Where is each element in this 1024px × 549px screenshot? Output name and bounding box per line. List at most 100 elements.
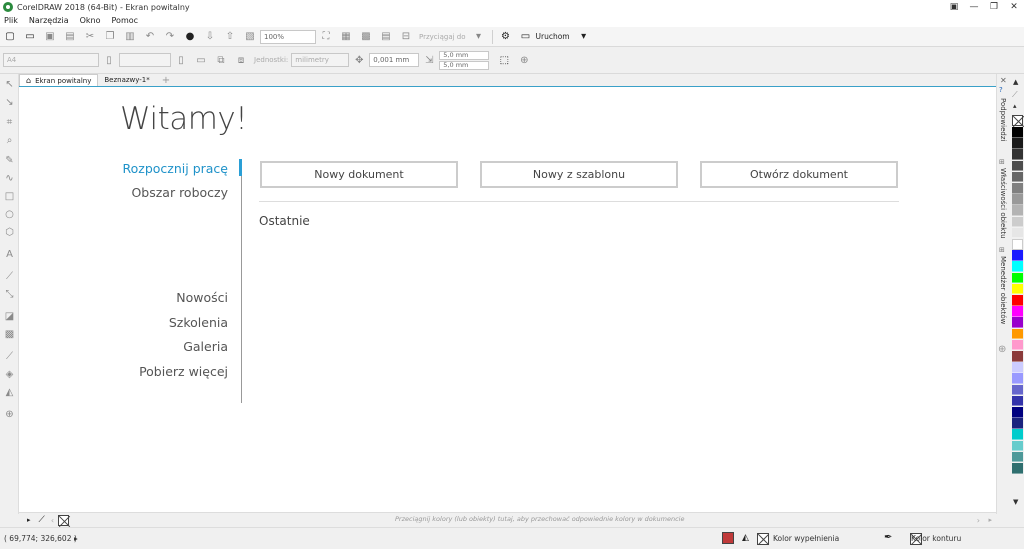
tab-welcome-screen[interactable]: ⌂ Ekran powitalny xyxy=(19,74,99,86)
palette-scroll-up-icon[interactable]: ▲ xyxy=(1013,78,1018,86)
docker-tab-hints[interactable]: Podpowiedzi xyxy=(999,98,1007,141)
polygon-tool-icon[interactable]: ⬡ xyxy=(3,226,16,239)
menu-file[interactable]: Plik xyxy=(4,16,18,25)
color-swatch[interactable] xyxy=(1012,306,1023,317)
nav-learning[interactable]: Szkolenia xyxy=(169,315,228,330)
rectangle-tool-icon[interactable]: □ xyxy=(3,190,16,203)
smart-fill-icon[interactable]: ◭ xyxy=(3,386,16,399)
color-swatch[interactable] xyxy=(1012,171,1023,183)
color-swatch[interactable] xyxy=(1012,373,1023,384)
color-swatch[interactable] xyxy=(1012,351,1023,362)
portrait-icon[interactable]: ▯ xyxy=(174,53,188,67)
zoom-tool-icon[interactable]: ⌕ xyxy=(3,134,16,147)
text-tool-icon[interactable]: A xyxy=(3,248,16,261)
color-swatch[interactable] xyxy=(1012,149,1023,160)
doc-palette-menu-icon[interactable]: ▸ xyxy=(27,516,31,524)
color-swatch[interactable] xyxy=(1012,418,1023,429)
artistic-media-icon[interactable]: ∿ xyxy=(3,172,16,185)
doc-palette-eyedropper-icon[interactable]: ⟋ xyxy=(39,515,45,525)
units-select[interactable]: milimetry xyxy=(291,53,350,67)
color-swatch[interactable] xyxy=(1012,362,1023,373)
docker-tab-object-properties[interactable]: Właściwości obiektu xyxy=(999,168,1007,239)
launch-dropdown-icon[interactable]: ▾ xyxy=(577,30,591,44)
palette-eyedropper-icon[interactable]: ⟋ xyxy=(1012,90,1018,100)
copy-icon[interactable]: ❐ xyxy=(103,30,117,44)
color-swatch[interactable] xyxy=(1012,138,1023,149)
color-swatch[interactable] xyxy=(1012,194,1023,205)
hints-help-icon[interactable]: ? xyxy=(999,86,1003,94)
nudge-distance-field[interactable]: 0,001 mm xyxy=(369,53,420,67)
fill-picker-icon[interactable] xyxy=(722,532,734,544)
transparency-tool-icon[interactable]: ▩ xyxy=(3,328,16,341)
account-icon[interactable]: ▣ xyxy=(944,0,964,14)
pick-tool-icon[interactable]: ↖ xyxy=(3,78,16,91)
nav-gallery[interactable]: Galeria xyxy=(183,339,228,354)
landscape-icon[interactable]: ▭ xyxy=(194,53,208,67)
shape-tool-icon[interactable]: ↘ xyxy=(3,96,16,109)
color-swatch[interactable] xyxy=(1012,339,1023,351)
nav-get-started[interactable]: Rozpocznij pracę xyxy=(123,161,229,176)
interactive-fill-icon[interactable]: ◈ xyxy=(3,368,16,381)
new-document-button[interactable]: Nowy dokument xyxy=(260,161,458,188)
restore-button[interactable]: ❐ xyxy=(984,0,1004,14)
undo-icon[interactable]: ↶ xyxy=(143,30,157,44)
color-swatch[interactable] xyxy=(1012,429,1023,440)
color-swatch[interactable] xyxy=(1012,216,1023,228)
minimize-button[interactable]: — xyxy=(964,0,984,14)
eyedropper-tool-icon[interactable]: ⟋ xyxy=(3,350,16,363)
pdf-icon[interactable]: ▧ xyxy=(243,30,257,44)
color-swatch[interactable] xyxy=(1012,295,1023,306)
close-button[interactable]: ✕ xyxy=(1004,0,1024,14)
color-swatch[interactable] xyxy=(1012,384,1023,396)
color-swatch[interactable] xyxy=(1012,328,1023,340)
connector-tool-icon[interactable]: ⤡ xyxy=(3,288,16,301)
nav-workspace[interactable]: Obszar roboczy xyxy=(131,185,228,200)
add-tool-icon[interactable]: ⊕ xyxy=(3,408,16,421)
new-tab-button[interactable]: + xyxy=(156,74,176,86)
new-from-template-button[interactable]: Nowy z szablonu xyxy=(480,161,678,188)
color-swatch[interactable] xyxy=(1012,395,1023,407)
paste-icon[interactable]: ▥ xyxy=(123,30,137,44)
color-swatch[interactable] xyxy=(1012,250,1023,261)
print-icon[interactable]: ▤ xyxy=(63,30,77,44)
redo-icon[interactable]: ↷ xyxy=(163,30,177,44)
color-swatch[interactable] xyxy=(1012,183,1023,194)
rulers-icon[interactable]: ▦ xyxy=(339,30,353,44)
launch-label[interactable]: Uruchom xyxy=(536,32,570,41)
palette-scroll-down-icon[interactable]: ▼ xyxy=(1013,498,1018,506)
duplicate-x-field[interactable]: 5,0 mm xyxy=(439,50,490,60)
status-expand-icon[interactable]: ▸ xyxy=(74,534,78,543)
palette-expand-icon[interactable]: ▴ xyxy=(1013,102,1017,110)
color-swatch[interactable] xyxy=(1012,261,1023,272)
page-size-select[interactable]: A4 xyxy=(3,53,99,67)
save-icon[interactable]: ▣ xyxy=(43,30,57,44)
add-docker-icon[interactable]: ⊕ xyxy=(998,344,1006,355)
color-swatch[interactable] xyxy=(1012,239,1023,250)
color-swatch[interactable] xyxy=(1012,227,1023,239)
close-docker-icon[interactable]: ✕ xyxy=(1000,76,1007,85)
grid-icon[interactable]: ▩ xyxy=(359,30,373,44)
docker-tab-object-manager[interactable]: Menedżer obiektów xyxy=(999,256,1007,324)
color-swatch[interactable] xyxy=(1012,463,1023,474)
new-document-icon[interactable]: ▢ xyxy=(3,30,17,44)
doc-palette-no-color-swatch[interactable] xyxy=(58,514,70,526)
snap-dropdown-icon[interactable]: ▾ xyxy=(472,30,486,44)
current-page-icon[interactable]: ⧈ xyxy=(234,53,248,67)
color-swatch[interactable] xyxy=(1012,407,1023,418)
color-swatch[interactable] xyxy=(1012,127,1023,138)
corel-connect-icon[interactable]: ● xyxy=(183,30,197,44)
crop-tool-icon[interactable]: ⌗ xyxy=(3,116,16,129)
all-pages-icon[interactable]: ⧉ xyxy=(214,53,228,67)
snap-icon[interactable]: ⊟ xyxy=(399,30,413,44)
doc-palette-scroll-left-icon[interactable]: ‹ xyxy=(51,516,54,525)
page-width-field[interactable] xyxy=(119,53,171,67)
fill-none-swatch[interactable] xyxy=(757,533,769,545)
color-swatch[interactable] xyxy=(1012,272,1023,284)
menu-window[interactable]: Okno xyxy=(80,16,101,25)
ellipse-tool-icon[interactable]: ○ xyxy=(3,208,16,221)
import-icon[interactable]: ⇩ xyxy=(203,30,217,44)
color-swatch[interactable] xyxy=(1012,160,1023,172)
color-swatch[interactable] xyxy=(1012,440,1023,452)
color-swatch[interactable] xyxy=(1012,451,1023,463)
menu-tools[interactable]: Narzędzia xyxy=(29,16,69,25)
